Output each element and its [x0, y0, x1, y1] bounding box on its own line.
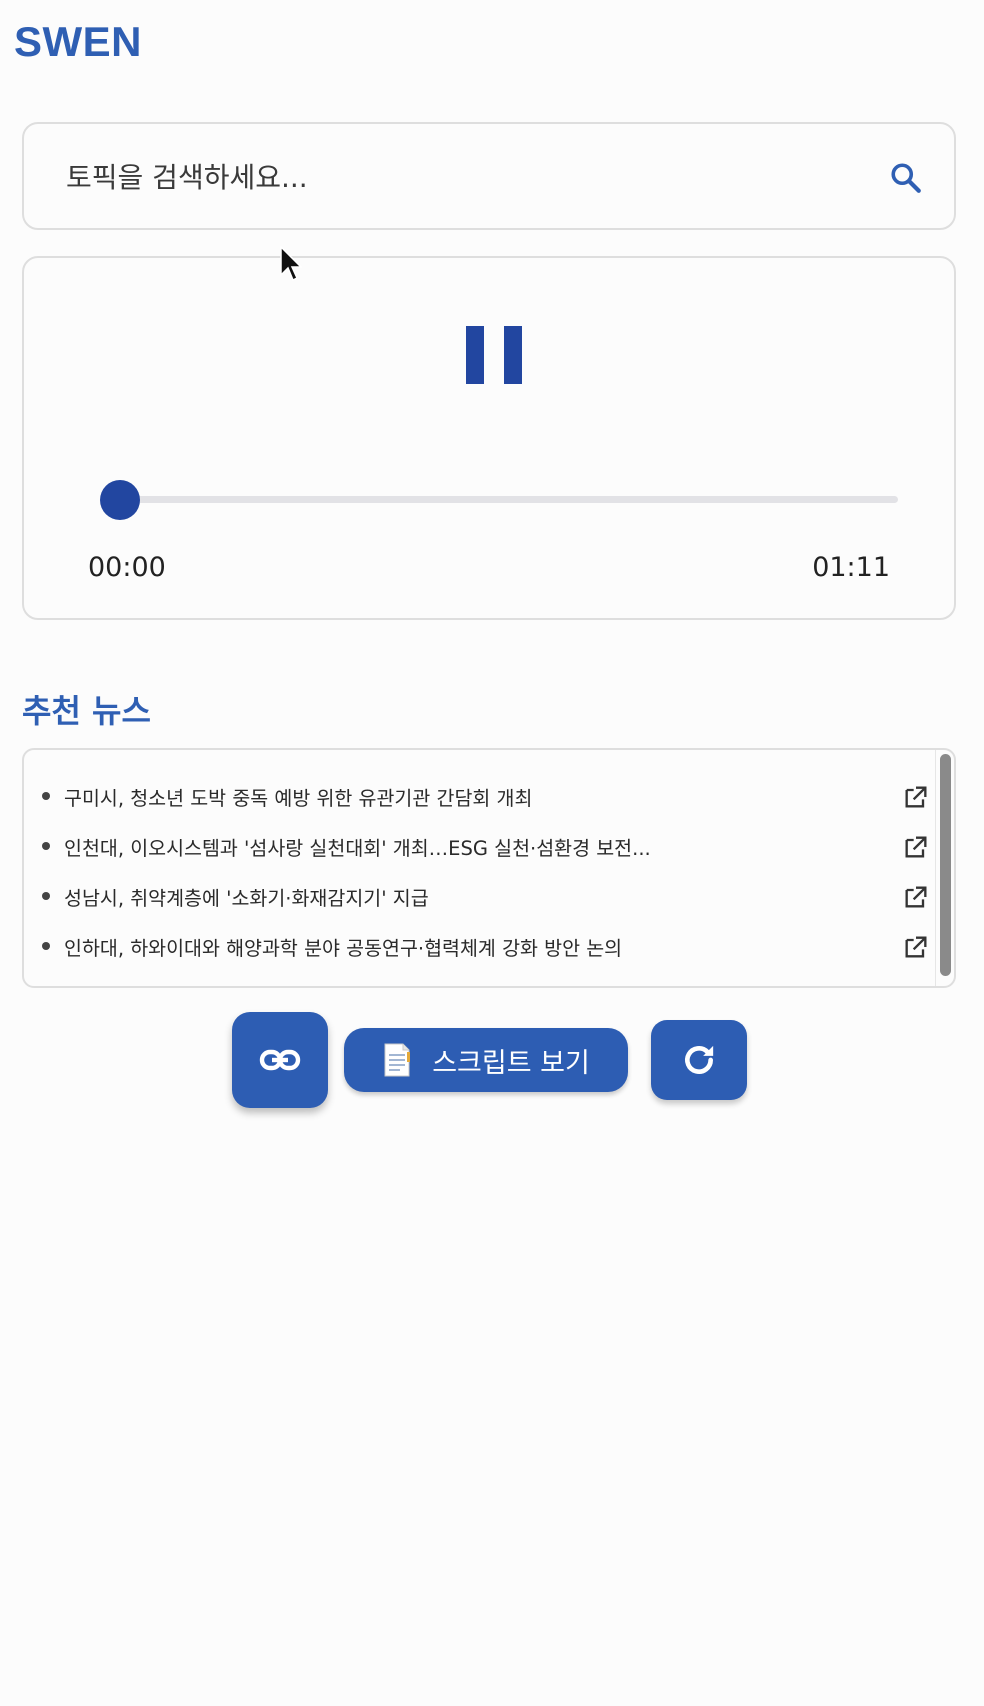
news-title: 인천대, 이오시스템과 '섬사랑 실천대회' 개최…ESG 실천·섬환경 보전.… [64, 836, 651, 860]
news-item[interactable]: 구미시, 청소년 도박 중독 예방 위한 유관기관 간담회 개최 [40, 776, 930, 816]
view-script-button[interactable]: 스크립트 보기 [344, 1028, 628, 1092]
open-in-new-icon[interactable] [902, 783, 930, 811]
news-item[interactable]: 인하대, 하와이대와 해양과학 분야 공동연구·협력체계 강화 방안 논의 [40, 926, 930, 966]
refresh-button[interactable] [651, 1020, 747, 1100]
bullet [42, 792, 50, 800]
duration: 01:11 [812, 552, 890, 583]
open-in-new-icon[interactable] [902, 883, 930, 911]
link-icon [259, 1049, 301, 1071]
app-title: SWEN [14, 18, 142, 65]
news-item[interactable]: 인천대, 이오시스템과 '섬사랑 실천대회' 개최…ESG 실천·섬환경 보전.… [40, 826, 930, 866]
mouse-cursor-icon [280, 246, 302, 282]
view-script-label: 스크립트 보기 [432, 1047, 590, 1079]
open-in-new-icon[interactable] [902, 833, 930, 861]
news-title: 인하대, 하와이대와 해양과학 분야 공동연구·협력체계 강화 방안 논의 [64, 936, 623, 960]
news-title: 성남시, 취약계층에 '소화기·화재감지기' 지급 [64, 886, 429, 910]
search-bar [22, 122, 956, 230]
bullet [42, 942, 50, 950]
news-list: 구미시, 청소년 도박 중독 예방 위한 유관기관 간담회 개최 인천대, 이오… [22, 748, 956, 988]
document-icon [384, 1043, 411, 1077]
search-button[interactable] [888, 160, 924, 196]
search-input[interactable] [64, 124, 848, 230]
slider-thumb[interactable] [100, 480, 140, 520]
current-time: 00:00 [88, 552, 166, 583]
slider-track [118, 496, 898, 503]
audio-player: 00:00 01:11 [22, 256, 956, 620]
scrollbar-thumb[interactable] [940, 754, 951, 976]
bullet [42, 842, 50, 850]
bullet [42, 892, 50, 900]
scrollbar[interactable] [935, 750, 954, 986]
open-in-new-icon[interactable] [902, 933, 930, 961]
pause-icon [466, 326, 484, 384]
news-item[interactable]: 성남시, 취약계층에 '소화기·화재감지기' 지급 [40, 876, 930, 916]
link-button[interactable] [232, 1012, 328, 1108]
news-title: 구미시, 청소년 도박 중독 예방 위한 유관기관 간담회 개최 [64, 786, 533, 810]
progress-slider[interactable] [88, 480, 898, 520]
pause-button[interactable] [466, 326, 522, 384]
section-title: 추천 뉴스 [22, 692, 151, 730]
search-icon [891, 163, 921, 193]
refresh-icon [685, 1045, 714, 1074]
